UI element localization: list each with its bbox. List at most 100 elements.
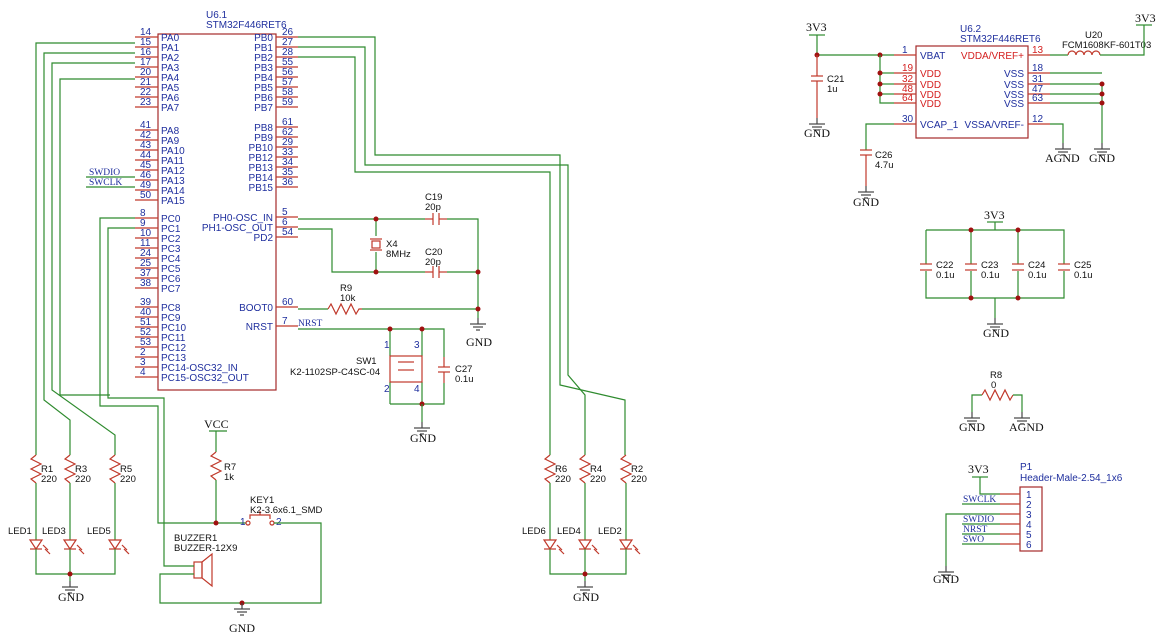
u62-pinname-vssa-vref-12: VSSA/VREF- (965, 120, 1024, 131)
r6-value: 220 (555, 474, 571, 485)
u61-pinnum-54: 54 (282, 227, 294, 238)
r2-value: 220 (631, 474, 647, 485)
led1-label: LED1 (8, 526, 32, 537)
gnd-label-leds-left: GND (58, 590, 84, 604)
net-label-swdio-p1: SWDIO (963, 515, 994, 525)
net-label-swclk: SWCLK (89, 178, 122, 188)
u62-part: STM32F446RET6 (960, 34, 1041, 45)
capacitor-c21: C21 1u (811, 55, 844, 118)
v33-label-p1: 3V3 (968, 462, 989, 476)
net-label-swo-p1: SWO (963, 535, 984, 545)
u61-pinnum-36: 36 (282, 177, 294, 188)
c21-value: 1u (827, 84, 838, 95)
u62-pins: 1VBAT19VDD32VDD48VDD64VDD30VCAP_113VDDA/… (894, 45, 1050, 131)
r1-value: 220 (41, 474, 57, 485)
p1-pins: 123456 (1000, 490, 1032, 551)
buzzer-buzzer1: BUZZER1 BUZZER-12X9 (174, 533, 237, 588)
c20-value: 20p (425, 257, 441, 268)
u61-pinnum-7: 7 (282, 316, 288, 327)
led4-label: LED4 (557, 526, 581, 537)
p1-ref: P1 (1020, 462, 1033, 473)
led-led4 (577, 539, 593, 551)
u61-part: STM32F446RET6 (206, 20, 287, 31)
decoupling-capacitors: C220.1u C230.1u C240.1u C250.1u (920, 260, 1093, 281)
c27-value: 0.1u (455, 374, 474, 385)
u62-pinname-vbat-1: VBAT (920, 51, 945, 62)
buzzer1-value: BUZZER-12X9 (174, 543, 237, 554)
capacitor-c20: C20 20p (425, 247, 447, 278)
u61-pinname-pb15: PB15 (249, 183, 274, 194)
sw1-pin1: 1 (384, 340, 390, 351)
sw1-pin3: 3 (414, 340, 420, 351)
u61-pinname-pd2: PD2 (254, 233, 274, 244)
agnd-label-r8: AGND (1009, 420, 1044, 434)
u61-pinnum-4: 4 (140, 367, 146, 378)
net-label-nrst-p1: NRST (963, 525, 987, 535)
resistor-r4 (578, 454, 592, 484)
led-chain-r6: R6220LED6 (522, 454, 571, 558)
schematic: U6.1 STM32F446RET6 14PA015PA116PA217PA32… (8, 10, 1156, 635)
led3-label: LED3 (42, 526, 66, 537)
resistor-r5 (108, 454, 122, 484)
led-chain-left: R1220LED1R3220LED3R5220LED5 (8, 454, 136, 558)
r3-value: 220 (75, 474, 91, 485)
c22-value: 0.1u (936, 270, 955, 281)
gnd-label-vss: GND (1089, 151, 1115, 165)
capacitor-c22: C220.1u (920, 260, 955, 281)
led-led2 (618, 539, 634, 551)
u62-pinnum-1: 1 (902, 45, 908, 56)
ferrite-u20: U20 FCM1608KF-601T03 (1062, 30, 1151, 56)
gnd-label-r8: GND (959, 420, 985, 434)
u61-pinnum-23: 23 (140, 97, 152, 108)
c25-value: 0.1u (1074, 270, 1093, 281)
vcc-label: VCC (204, 417, 229, 431)
u61-pinname-nrst: NRST (246, 322, 273, 333)
u61-right-pins: 26PB0 27PB1 28PB2 55PB3 56PB4 57PB5 58PB6 59PB7… (202, 27, 298, 333)
led5-label: LED5 (87, 526, 111, 537)
led-led6 (542, 539, 558, 551)
p1-value: Header-Male-2.54_1x6 (1020, 473, 1123, 484)
u62-pinnum-12: 12 (1032, 114, 1044, 125)
u61-pinnum-38: 38 (140, 278, 152, 289)
sw1-ref: SW1 (356, 356, 377, 367)
net-label-nrst-mcu: NRST (298, 319, 322, 329)
u62-pinnum-19: 19 (902, 63, 914, 74)
gnd-label-decoupling: GND (983, 326, 1009, 340)
led-led3 (62, 539, 78, 551)
c23-value: 0.1u (981, 270, 1000, 281)
led-led5 (107, 539, 123, 551)
gnd-label-c26: GND (853, 195, 879, 209)
u61-pinname-pc7: PC7 (161, 284, 181, 295)
v33-label-u20: 3V3 (1135, 11, 1156, 25)
sw1-pin4: 4 (414, 384, 420, 395)
p1-pinnum-6: 6 (1026, 540, 1032, 551)
resistor-r2 (619, 454, 633, 484)
x4-value: 8MHz (386, 249, 411, 260)
r7-value: 1k (224, 472, 234, 483)
gnd-label-leds-right: GND (573, 590, 599, 604)
led2-label: LED2 (598, 526, 622, 537)
r9-value: 10k (340, 293, 356, 304)
key1-pin1: 1 (240, 517, 246, 528)
agnd-label-vssa: AGND (1045, 151, 1080, 165)
u61-pinnum-60: 60 (282, 297, 294, 308)
u61-pinname-pa7: PA7 (161, 103, 180, 114)
u61-left-pins: 14PA015PA116PA217PA320PA421PA522PA623PA7… (135, 27, 249, 384)
gnd-label-buzzer: GND (229, 621, 255, 635)
u20-value: FCM1608KF-601T03 (1062, 40, 1151, 51)
u61-pinnum-50: 50 (140, 190, 152, 201)
capacitor-c19: C19 20p (425, 192, 447, 225)
sw1-value: K2-1102SP-C4SC-04 (290, 367, 380, 378)
resistor-r6 (543, 454, 557, 484)
led-chain-right: R6220LED6R4220LED4R2220LED2 (522, 454, 647, 558)
u61-pinname-boot0: BOOT0 (239, 303, 273, 314)
sw1-pin2: 2 (384, 384, 390, 395)
mcu-u6-1: U6.1 STM32F446RET6 14PA015PA116PA217PA32… (135, 10, 298, 391)
u62-pinname-vss-63: VSS (1004, 99, 1024, 110)
led6-label: LED6 (522, 526, 546, 537)
net-label-swdio: SWDIO (89, 168, 120, 178)
u62-pinname-vdda-vref-13: VDDA/VREF+ (961, 51, 1024, 62)
resistor-r9: R9 10k (327, 283, 362, 316)
capacitor-c25: C250.1u (1058, 260, 1093, 281)
resistor-r3 (63, 454, 77, 484)
